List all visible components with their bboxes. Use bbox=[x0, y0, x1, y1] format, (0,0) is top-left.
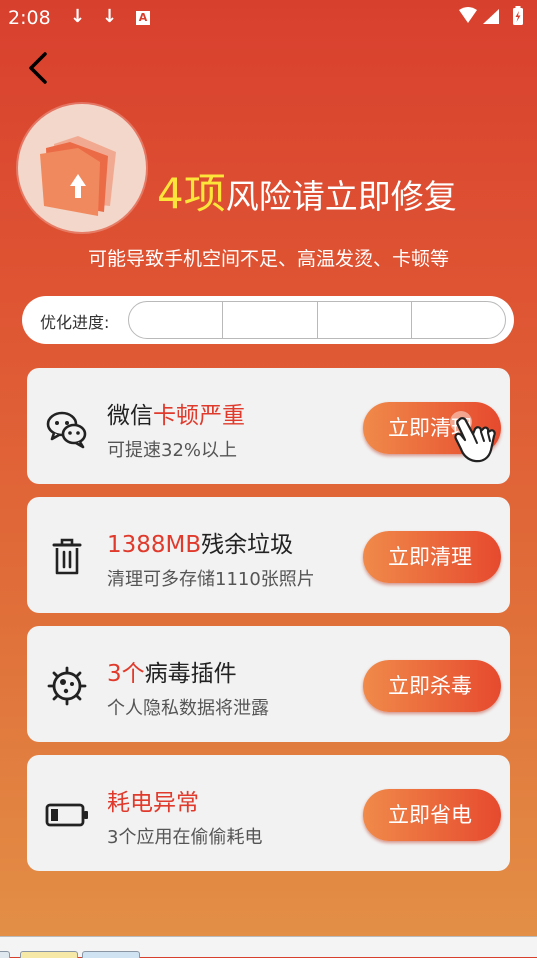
progress-segment bbox=[318, 302, 412, 338]
progress-bar bbox=[128, 301, 506, 339]
taskbar-item[interactable] bbox=[82, 951, 140, 958]
chevron-left-icon bbox=[29, 52, 47, 84]
wechat-icon bbox=[45, 406, 89, 450]
system-status-icons bbox=[457, 6, 529, 33]
trash-icon bbox=[45, 535, 89, 579]
host-taskbar bbox=[0, 936, 537, 958]
virus-icon bbox=[45, 664, 89, 708]
card-subtitle: 清理可多存储1110张照片 bbox=[107, 569, 315, 590]
download-icon: ↓ bbox=[70, 6, 86, 27]
card-title: 耗电异常 bbox=[107, 790, 199, 816]
card-subtitle: 个人隐私数据将泄露 bbox=[107, 698, 269, 719]
battery-drain-card: 耗电异常 3个应用在偷偷耗电 立即省电 bbox=[27, 755, 510, 871]
risk-count: 4项 bbox=[157, 169, 226, 218]
wifi-icon bbox=[459, 7, 477, 23]
card-title: 3个病毒插件 bbox=[107, 661, 237, 687]
save-power-button[interactable]: 立即省电 bbox=[363, 789, 501, 841]
junk-files-card: 1388MB残余垃圾 清理可多存储1110张照片 立即清理 bbox=[27, 497, 510, 613]
kill-virus-button[interactable]: 立即杀毒 bbox=[363, 660, 501, 712]
progress-segment bbox=[129, 302, 224, 338]
card-title: 1388MB残余垃圾 bbox=[107, 532, 294, 558]
taskbar-item[interactable] bbox=[20, 951, 78, 958]
taskbar-item[interactable] bbox=[0, 951, 10, 958]
notification-app-icon: A bbox=[136, 11, 150, 25]
page-title-text: 风险请立即修复 bbox=[225, 177, 457, 216]
folder-upload-icon bbox=[40, 136, 116, 216]
card-subtitle: 可提速32%以上 bbox=[107, 440, 238, 461]
download-icon: ↓ bbox=[102, 6, 118, 27]
card-title: 微信卡顿严重 bbox=[107, 403, 245, 429]
wechat-lag-card: 微信卡顿严重 可提速32%以上 立即清理 bbox=[27, 368, 510, 484]
page-title: 4项风险请立即修复 bbox=[157, 166, 457, 222]
card-subtitle: 3个应用在偷偷耗电 bbox=[107, 827, 263, 848]
progress-segment bbox=[223, 302, 318, 338]
clean-junk-button[interactable]: 立即清理 bbox=[363, 531, 501, 583]
battery-icon bbox=[45, 793, 89, 837]
page-subtitle: 可能导致手机空间不足、高温发烫、卡顿等 bbox=[87, 248, 449, 270]
status-time: 2:08 bbox=[8, 7, 51, 29]
progress-segment bbox=[412, 302, 505, 338]
back-button[interactable] bbox=[22, 48, 58, 88]
folder-illustration bbox=[18, 104, 146, 232]
status-bar: 2:08 ↓ ↓ A bbox=[0, 0, 537, 36]
pointing-hand-icon bbox=[447, 408, 503, 468]
signal-icon bbox=[483, 9, 499, 24]
optimization-progress: 优化进度: bbox=[22, 296, 514, 344]
progress-label: 优化进度: bbox=[40, 313, 110, 332]
virus-card: 3个病毒插件 个人隐私数据将泄露 立即杀毒 bbox=[27, 626, 510, 742]
